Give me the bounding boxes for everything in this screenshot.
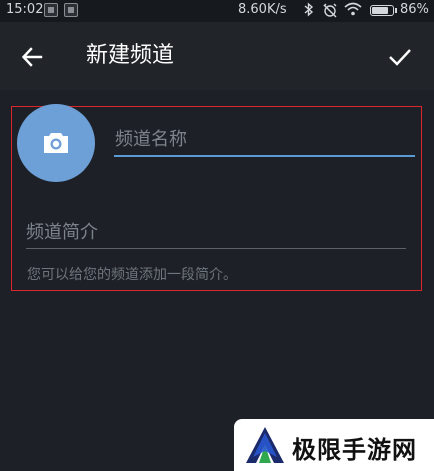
check-icon (389, 49, 411, 66)
battery-level (372, 7, 388, 14)
app-bar: 新建频道 (0, 22, 434, 90)
channel-avatar-button[interactable] (17, 104, 95, 182)
watermark-text: 极限手游网 (292, 436, 417, 464)
page-title: 新建频道 (86, 43, 175, 68)
description-hint: 您可以给您的频道添加一段简介。 (27, 267, 237, 283)
done-button[interactable] (382, 39, 418, 75)
bluetooth-icon (304, 2, 314, 20)
app-notification-icon (64, 3, 78, 17)
wifi-icon (344, 2, 362, 19)
channel-name-underline (114, 155, 415, 157)
screen: 15:02 8.60K/s 86% 新建频道 频道名称 频道简介 您可以给您的频… (0, 0, 434, 471)
battery-icon (370, 5, 397, 16)
watermark: 极限手游网 (234, 419, 434, 471)
channel-name-input[interactable] (115, 124, 411, 154)
channel-description-input[interactable] (26, 217, 402, 247)
channel-description-underline (26, 248, 406, 249)
status-time: 15:02 (6, 2, 44, 17)
status-bar: 15:02 8.60K/s 86% (0, 0, 434, 22)
arrow-back-icon (21, 47, 43, 67)
battery-percent: 86% (400, 2, 429, 17)
watermark-logo-icon (246, 427, 284, 463)
alarm-off-icon (322, 2, 338, 21)
network-speed: 8.60K/s (238, 2, 287, 17)
camera-icon (44, 133, 68, 153)
notification-icon (44, 3, 58, 17)
back-button[interactable] (14, 39, 50, 75)
